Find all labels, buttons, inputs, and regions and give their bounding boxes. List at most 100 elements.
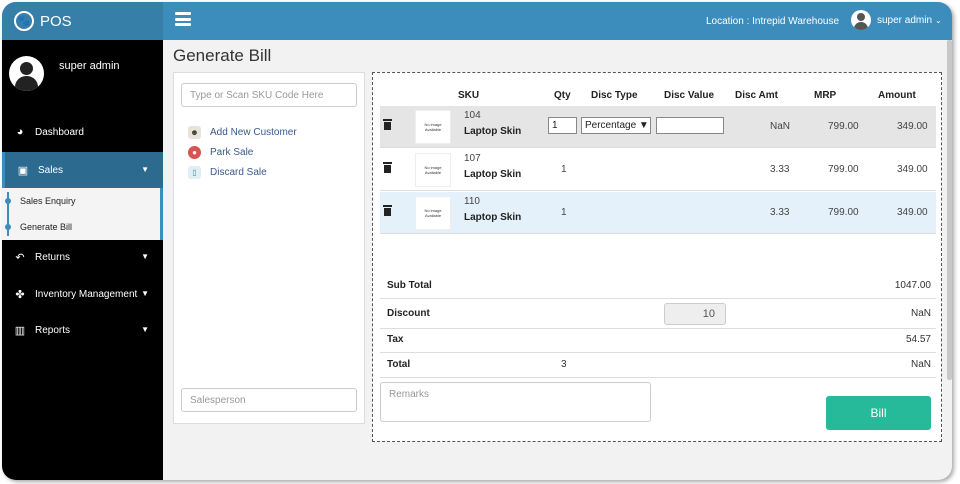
paw-icon: 🐾 <box>14 11 34 31</box>
action-label: Park Sale <box>210 147 254 158</box>
total-qty: 3 <box>561 359 567 370</box>
sidebar-item-reports[interactable]: ▥ Reports ▼ <box>2 316 163 344</box>
salesperson-input[interactable]: Salesperson <box>181 388 357 412</box>
chevron-down-icon: ▼ <box>141 165 149 174</box>
chevron-down-icon: ⌄ <box>935 15 942 25</box>
sidebar-item-label: Sales <box>38 164 64 176</box>
sidebar-item-inventory[interactable]: ✤ Inventory Management ▼ <box>2 280 163 308</box>
bullet-icon <box>5 198 11 204</box>
sku-code: 110 <box>464 196 480 207</box>
discard-sale-link[interactable]: ▯ Discard Sale <box>188 166 267 179</box>
page-title: Generate Bill <box>173 46 272 65</box>
disc-amt: 3.33 <box>770 164 790 175</box>
divider <box>380 328 936 329</box>
sales-submenu: Sales Enquiry Generate Bill <box>2 188 163 240</box>
disc-amt: NaN <box>770 121 791 132</box>
action-label: Add New Customer <box>210 127 297 138</box>
sidebar-user-name: super admin <box>59 60 120 72</box>
sidebar-item-dashboard[interactable]: ◕ Dashboard <box>2 118 163 146</box>
location-label[interactable]: Location : Intrepid Warehouse <box>706 16 839 27</box>
amount: 349.00 <box>897 121 928 132</box>
submenu-item-label: Generate Bill <box>20 222 73 232</box>
qty: 1 <box>561 207 567 218</box>
disc-value-input[interactable] <box>656 117 724 134</box>
money-icon: ▣ <box>17 164 29 177</box>
qty: 1 <box>561 164 567 175</box>
divider <box>380 352 936 353</box>
tax-value: 54.57 <box>905 334 931 345</box>
qty-input[interactable]: 1 <box>548 117 577 134</box>
subtotal-value: 1047.00 <box>894 280 931 291</box>
reply-icon: ↶ <box>15 251 25 264</box>
bullet-icon <box>5 224 11 230</box>
sku-code: 104 <box>464 110 481 121</box>
product-name: Laptop Skin <box>464 126 522 137</box>
discount-value: NaN <box>910 308 931 319</box>
bill-panel: SKU Qty Disc Type Disc Value Disc Amt MR… <box>372 72 942 442</box>
discount-label: Discount <box>387 308 430 319</box>
delete-row-icon[interactable] <box>383 119 392 130</box>
tax-label: Tax <box>387 334 404 345</box>
table-row[interactable]: No image Available 110 Laptop Skin 1 3.3… <box>380 192 936 234</box>
park-sale-link[interactable]: ● Park Sale <box>188 146 253 159</box>
sidebar-item-label: Reports <box>35 324 71 336</box>
delete-row-icon[interactable] <box>383 162 392 173</box>
table-row[interactable]: No image Available 104 Laptop Skin 1 Per… <box>380 106 936 148</box>
sidebar-item-sales[interactable]: ▣ Sales ▼ <box>2 152 163 188</box>
remarks-input[interactable]: Remarks <box>380 382 651 422</box>
product-image-placeholder: No image Available <box>415 153 451 187</box>
user-name: super admin <box>877 14 933 26</box>
col-header-sku: SKU <box>458 90 480 101</box>
submenu-item-label: Sales Enquiry <box>20 196 76 206</box>
subtotal-label: Sub Total <box>387 280 432 291</box>
sidebar-item-returns[interactable]: ↶ Returns ▼ <box>2 243 163 271</box>
submenu-item-generate-bill[interactable]: Generate Bill <box>2 214 160 240</box>
product-name: Laptop Skin <box>464 212 522 223</box>
col-header-amount: Amount <box>878 90 916 101</box>
cubes-icon: ✤ <box>15 288 25 301</box>
col-header-disc-amt: Disc Amt <box>735 90 778 101</box>
trash-can-icon: ▯ <box>188 166 201 179</box>
action-label: Discard Sale <box>210 167 267 178</box>
sidebar-item-label: Dashboard <box>35 126 84 138</box>
disc-amt: 3.33 <box>770 207 790 218</box>
bill-button[interactable]: Bill <box>826 396 931 430</box>
divider <box>380 298 936 299</box>
amount: 349.00 <box>897 164 928 175</box>
avatar <box>9 56 44 91</box>
submenu-item-sales-enquiry[interactable]: Sales Enquiry <box>2 188 160 214</box>
discount-input[interactable]: 10 <box>664 303 726 325</box>
brand-logo[interactable]: 🐾 POS <box>2 2 163 40</box>
disc-type-select[interactable]: Percentage ▼ <box>581 117 651 134</box>
user-avatar-icon <box>851 10 871 30</box>
sku-code: 107 <box>464 153 481 164</box>
total-label: Total <box>387 359 411 370</box>
scrollbar[interactable] <box>947 40 952 380</box>
dashboard-icon: ◕ <box>16 126 24 138</box>
customer-panel: Type or Scan SKU Code Here ☻ Add New Cus… <box>173 72 365 424</box>
amount: 349.00 <box>897 207 928 218</box>
park-icon: ● <box>188 146 201 159</box>
sidebar-item-label: Inventory Management <box>35 288 138 300</box>
product-image-placeholder: No image Available <box>415 196 451 230</box>
mrp: 799.00 <box>828 207 859 218</box>
customer-icon: ☻ <box>188 126 201 139</box>
product-image-placeholder: No image Available <box>415 110 451 144</box>
divider <box>380 377 936 378</box>
app-window: 🐾 POS Location : Intrepid Warehouse supe… <box>2 2 952 480</box>
chevron-down-icon: ▼ <box>141 289 149 298</box>
delete-row-icon[interactable] <box>383 205 392 216</box>
sidebar-item-label: Returns <box>35 251 71 263</box>
col-header-mrp: MRP <box>814 90 837 101</box>
user-menu[interactable]: super admin ⌄ <box>851 10 942 30</box>
table-row[interactable]: No image Available 107 Laptop Skin 1 3.3… <box>380 149 936 191</box>
sku-search-input[interactable]: Type or Scan SKU Code Here <box>181 83 357 107</box>
total-value: NaN <box>910 359 931 370</box>
add-new-customer-link[interactable]: ☻ Add New Customer <box>188 126 297 139</box>
col-header-qty: Qty <box>554 90 571 101</box>
menu-toggle-icon[interactable] <box>175 12 191 26</box>
col-header-disc-value: Disc Value <box>664 90 715 101</box>
mrp: 799.00 <box>828 121 859 132</box>
top-navbar: 🐾 POS Location : Intrepid Warehouse supe… <box>2 2 952 40</box>
chevron-down-icon: ▼ <box>141 252 149 261</box>
